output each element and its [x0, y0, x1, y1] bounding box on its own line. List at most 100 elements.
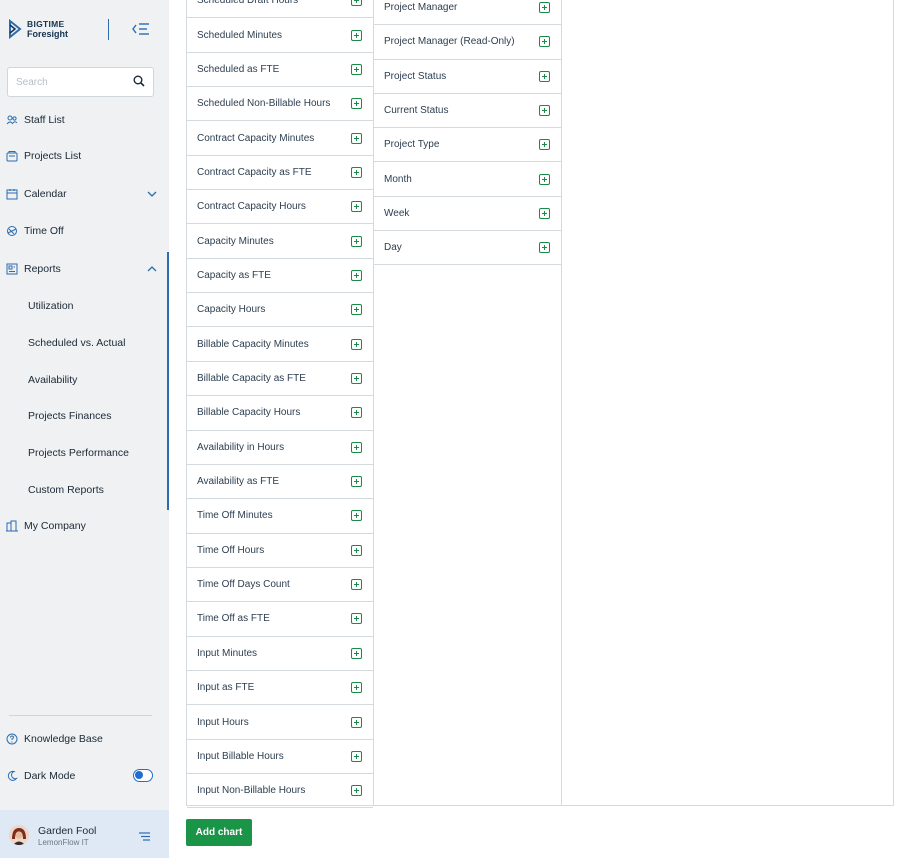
collapse-sidebar-icon[interactable] — [131, 21, 151, 37]
option-row[interactable]: Current Status — [374, 94, 561, 129]
option-row[interactable]: Input Non-Billable Hours — [187, 774, 373, 809]
option-row[interactable]: Time Off Days Count — [187, 568, 373, 603]
dimensions-list: Project Manager Project Manager (Read-Onl… — [374, 0, 562, 806]
add-plus-icon[interactable] — [351, 579, 362, 591]
add-plus-icon[interactable] — [351, 716, 362, 728]
option-row[interactable]: Availability as FTE — [187, 465, 373, 500]
option-row[interactable]: Input as FTE — [187, 671, 373, 706]
option-row[interactable]: Month — [374, 163, 561, 197]
search-icon[interactable] — [133, 75, 145, 87]
option-row[interactable]: Billable Capacity Minutes — [187, 328, 373, 362]
option-row[interactable]: Contract Capacity Minutes — [187, 121, 373, 156]
nav-staff-list[interactable]: Staff List — [0, 107, 169, 133]
add-plus-icon[interactable] — [351, 750, 362, 762]
option-row[interactable]: Project Status — [374, 60, 561, 94]
add-plus-icon[interactable] — [539, 2, 550, 14]
add-plus-icon[interactable] — [351, 476, 362, 488]
add-plus-icon[interactable] — [351, 647, 362, 659]
report-projects-finances[interactable]: Projects Finances — [28, 410, 111, 422]
option-label: Input Hours — [197, 716, 249, 728]
option-label: Input Non-Billable Hours — [197, 785, 306, 797]
option-row[interactable]: Input Hours — [187, 705, 373, 740]
add-plus-icon[interactable] — [539, 105, 550, 117]
report-utilization[interactable]: Utilization — [28, 300, 74, 312]
help-icon — [6, 733, 18, 745]
nav-my-company[interactable]: My Company — [0, 513, 169, 539]
add-plus-icon[interactable] — [351, 269, 362, 281]
add-plus-icon[interactable] — [351, 613, 362, 625]
add-plus-icon[interactable] — [351, 201, 362, 213]
option-row[interactable]: Billable Capacity as FTE — [187, 362, 373, 397]
nav-label: Calendar — [24, 188, 67, 200]
option-row[interactable]: Project Manager — [374, 0, 561, 26]
report-availability[interactable]: Availability — [28, 374, 77, 386]
add-plus-icon[interactable] — [539, 139, 550, 151]
option-label: Availability in Hours — [197, 441, 285, 453]
option-row[interactable]: Capacity Minutes — [187, 224, 373, 259]
option-row[interactable]: Project Type — [374, 128, 561, 163]
search-input[interactable] — [8, 68, 118, 96]
option-row[interactable]: Scheduled as FTE — [187, 53, 373, 88]
add-plus-icon[interactable] — [351, 338, 362, 350]
option-row[interactable]: Availability in Hours — [187, 431, 373, 465]
add-plus-icon[interactable] — [351, 235, 362, 247]
option-row[interactable]: Input Minutes — [187, 637, 373, 671]
option-row[interactable]: Time Off Hours — [187, 534, 373, 568]
add-plus-icon[interactable] — [539, 36, 550, 48]
add-plus-icon[interactable] — [351, 510, 362, 522]
option-row[interactable]: Time Off as FTE — [187, 602, 373, 637]
add-plus-icon[interactable] — [351, 29, 362, 41]
add-plus-icon[interactable] — [351, 785, 362, 797]
chevron-up-icon[interactable] — [147, 264, 157, 274]
add-plus-icon[interactable] — [539, 242, 550, 254]
add-plus-icon[interactable] — [351, 682, 362, 694]
add-plus-icon[interactable] — [351, 544, 362, 556]
option-row[interactable]: Input Billable Hours — [187, 740, 373, 775]
add-chart-button[interactable]: Add chart — [186, 819, 252, 846]
option-row[interactable]: Scheduled Draft Hours — [187, 0, 373, 19]
option-row[interactable]: Contract Capacity as FTE — [187, 156, 373, 191]
add-plus-icon[interactable] — [351, 441, 362, 453]
add-plus-icon[interactable] — [351, 98, 362, 110]
option-row[interactable]: Day — [374, 231, 561, 266]
option-row[interactable]: Capacity as FTE — [187, 259, 373, 294]
logo-icon — [9, 19, 22, 39]
option-row[interactable]: Scheduled Minutes — [187, 18, 373, 53]
add-plus-icon[interactable] — [351, 166, 362, 178]
sidebar: BIGTIME Foresight Staff List Projects Li… — [0, 0, 169, 858]
add-plus-icon[interactable] — [539, 207, 550, 219]
option-label: Capacity as FTE — [197, 269, 271, 281]
search-box — [7, 67, 154, 97]
calendar-icon — [6, 188, 18, 200]
nav-label: Staff List — [24, 114, 65, 126]
report-scheduled-vs-actual[interactable]: Scheduled vs. Actual — [28, 337, 125, 349]
add-plus-icon[interactable] — [351, 373, 362, 385]
add-plus-icon[interactable] — [539, 70, 550, 82]
option-row[interactable]: Scheduled Non-Billable Hours — [187, 87, 373, 122]
nav-reports[interactable]: Reports — [0, 256, 169, 282]
menu-icon[interactable] — [139, 832, 150, 841]
report-projects-performance[interactable]: Projects Performance — [28, 447, 129, 459]
option-row[interactable]: Billable Capacity Hours — [187, 396, 373, 431]
option-row[interactable]: Contract Capacity Hours — [187, 190, 373, 225]
add-plus-icon[interactable] — [351, 63, 362, 75]
option-label: Availability as FTE — [197, 476, 280, 488]
nav-knowledge-base[interactable]: Knowledge Base — [0, 726, 169, 752]
building-icon — [6, 520, 18, 532]
option-row[interactable]: Project Manager (Read-Only) — [374, 25, 561, 60]
add-plus-icon[interactable] — [351, 304, 362, 316]
add-plus-icon[interactable] — [351, 0, 362, 7]
nav-projects-list[interactable]: Projects List — [0, 143, 169, 169]
chevron-down-icon[interactable] — [147, 189, 157, 199]
option-row[interactable]: Week — [374, 197, 561, 232]
option-row[interactable]: Capacity Hours — [187, 293, 373, 328]
nav-time-off[interactable]: Time Off — [0, 218, 169, 244]
nav-calendar[interactable]: Calendar — [0, 181, 169, 207]
add-plus-icon[interactable] — [351, 132, 362, 144]
add-plus-icon[interactable] — [351, 407, 362, 419]
dark-mode-toggle[interactable] — [133, 769, 153, 782]
add-plus-icon[interactable] — [539, 173, 550, 185]
logo-line2: Foresight — [27, 29, 69, 39]
report-custom-reports[interactable]: Custom Reports — [28, 484, 104, 496]
option-row[interactable]: Time Off Minutes — [187, 499, 373, 534]
